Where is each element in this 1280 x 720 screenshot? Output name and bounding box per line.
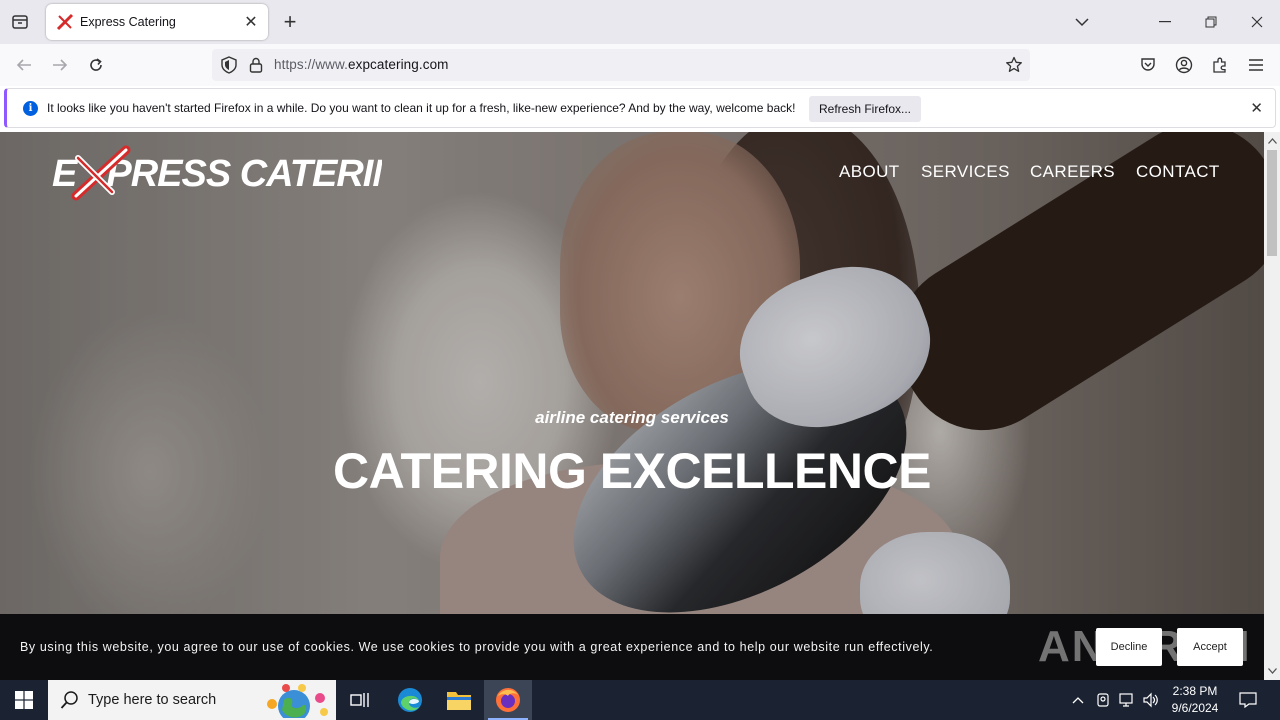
nav-services[interactable]: SERVICES — [921, 162, 1010, 182]
close-window-icon[interactable] — [1234, 0, 1280, 44]
restore-icon[interactable] — [1188, 0, 1234, 44]
url-text[interactable]: https://www.expcatering.com — [274, 57, 449, 72]
search-placeholder: Type here to search — [88, 692, 217, 708]
tab-title: Express Catering — [80, 15, 176, 29]
tracking-protection-shield-icon[interactable] — [219, 55, 239, 75]
bookmark-star-icon[interactable] — [1004, 55, 1024, 75]
url-bar[interactable]: https://www.expcatering.com — [212, 49, 1030, 81]
forward-icon[interactable] — [46, 51, 74, 79]
cookie-banner: By using this website, you agree to our … — [0, 614, 1264, 680]
lock-icon[interactable] — [246, 55, 266, 75]
file-explorer-icon[interactable] — [435, 680, 483, 720]
tab-express-catering[interactable]: Express Catering ✕ — [46, 4, 268, 40]
nav-bar: https://www.expcatering.com — [0, 44, 1280, 86]
scroll-down-icon[interactable] — [1264, 664, 1280, 678]
pocket-icon[interactable] — [1134, 51, 1162, 79]
decline-button[interactable]: Decline — [1096, 628, 1162, 666]
firefox-view-icon[interactable] — [8, 10, 32, 34]
hero-tagline: airline catering services — [535, 408, 729, 427]
nav-about[interactable]: ABOUT — [839, 162, 900, 182]
list-all-tabs-icon[interactable] — [1059, 0, 1105, 44]
meet-now-icon[interactable] — [1092, 680, 1114, 720]
info-icon: i — [23, 101, 38, 116]
scroll-up-icon[interactable] — [1264, 134, 1280, 148]
express-catering-logo[interactable]: EPRESS CATERING — [52, 144, 382, 204]
search-highlight-icon — [267, 684, 328, 718]
firefox-refresh-notification: i It looks like you haven't started Fire… — [4, 88, 1276, 128]
show-hidden-icons-icon[interactable] — [1068, 680, 1088, 720]
windows-start-icon[interactable] — [0, 680, 48, 720]
page-scrollbar[interactable] — [1264, 132, 1280, 680]
accept-button[interactable]: Accept — [1177, 628, 1243, 666]
hero-headline: CATERING EXCELLENCE — [333, 443, 931, 499]
notification-center-icon[interactable] — [1234, 680, 1262, 720]
tab-close-icon[interactable]: ✕ — [238, 9, 264, 35]
notification-message: It looks like you haven't started Firefo… — [47, 101, 796, 115]
reload-icon[interactable] — [82, 51, 110, 79]
nav-contact[interactable]: CONTACT — [1136, 162, 1220, 182]
firefox-taskbar-icon[interactable] — [484, 680, 532, 720]
scrollbar-thumb[interactable] — [1267, 150, 1277, 256]
extensions-icon[interactable] — [1206, 51, 1234, 79]
taskbar-clock[interactable]: 2:38 PM 9/6/2024 — [1164, 683, 1226, 717]
express-catering-favicon-icon — [56, 13, 74, 31]
taskbar-search-box[interactable]: Type here to search — [48, 680, 336, 720]
menu-hamburger-icon[interactable] — [1242, 51, 1270, 79]
account-icon[interactable] — [1170, 51, 1198, 79]
new-tab-icon[interactable]: + — [278, 9, 302, 34]
search-icon — [60, 691, 78, 709]
network-icon[interactable] — [1116, 680, 1138, 720]
nav-careers[interactable]: CAREERS — [1030, 162, 1115, 182]
notification-close-icon[interactable]: ✕ — [1250, 99, 1263, 117]
clock-time: 2:38 PM — [1172, 684, 1218, 698]
tab-strip: Express Catering ✕ + — [0, 0, 1280, 44]
hero-overlay — [0, 132, 1264, 680]
refresh-firefox-button[interactable]: Refresh Firefox... — [809, 96, 921, 122]
task-view-icon[interactable] — [336, 680, 384, 720]
clock-date: 9/6/2024 — [1171, 701, 1219, 715]
cookie-text: By using this website, you agree to our … — [20, 640, 934, 654]
back-icon[interactable] — [10, 51, 38, 79]
edge-icon[interactable] — [386, 680, 434, 720]
volume-icon[interactable] — [1140, 680, 1162, 720]
webpage: EPRESS CATERING ABOUT SERVICES CAREERS C… — [0, 132, 1264, 680]
windows-taskbar: Type here to search 2:38 PM 9/6/2024 — [0, 680, 1280, 720]
minimize-icon[interactable] — [1142, 0, 1188, 44]
